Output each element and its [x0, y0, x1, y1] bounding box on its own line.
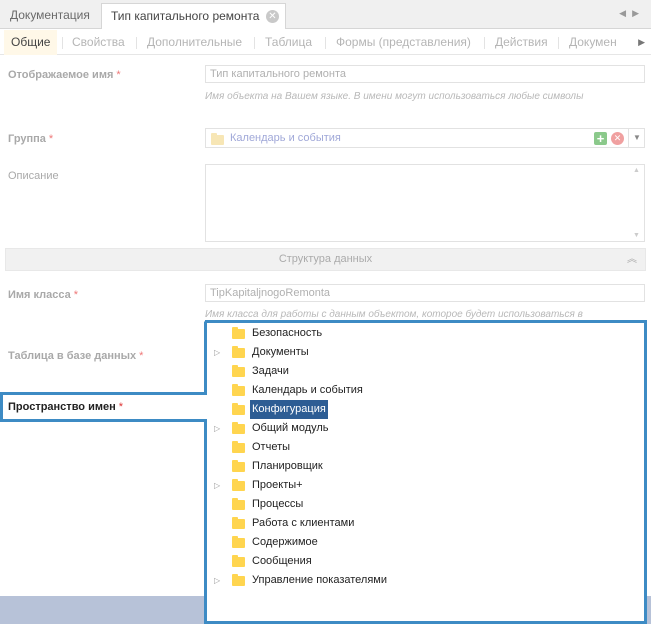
tab-separator	[254, 37, 255, 49]
display-name-label: Отображаемое имя *	[8, 69, 121, 81]
folder-icon	[232, 384, 245, 396]
tabs-scroll-right-icon[interactable]: ▶	[638, 37, 645, 48]
folder-icon	[232, 517, 245, 529]
folder-icon	[232, 346, 245, 358]
tree-item-label: Календарь и события	[252, 384, 363, 396]
namespace-label: Пространство имен *	[8, 401, 124, 413]
tab-documents[interactable]: Докумен	[569, 30, 617, 55]
tree-item-label: Содержимое	[252, 536, 318, 548]
tree-item-label: Планировщик	[252, 460, 323, 472]
group-label: Группа *	[8, 133, 54, 145]
close-icon[interactable]: ✕	[266, 10, 279, 23]
class-name-hint: Имя класса для работы с данным объектом,…	[205, 309, 583, 320]
tab-actions[interactable]: Действия	[495, 30, 548, 55]
tab-separator	[484, 37, 485, 49]
folder-icon	[232, 403, 245, 415]
tab-properties[interactable]: Свойства	[72, 30, 125, 55]
tab-documentation[interactable]: Документация	[1, 3, 99, 29]
tab-separator	[62, 37, 63, 49]
tab-separator	[558, 37, 559, 49]
tree-item-label: Безопасность	[252, 327, 323, 339]
triangle-right-icon[interactable]: ▷	[214, 476, 220, 495]
group-value: Календарь и события	[230, 132, 341, 144]
folder-icon	[232, 422, 245, 434]
required-mark: *	[48, 133, 54, 145]
plus-icon[interactable]: +	[594, 132, 607, 145]
tab-separator	[136, 37, 137, 49]
tree-item-label: Документы	[252, 346, 309, 358]
display-name-hint: Имя объекта на Вашем языке. В имени могу…	[205, 91, 584, 102]
chevron-down-icon[interactable]: ▼	[628, 129, 645, 147]
tree-item-label: Управление показателями	[252, 574, 387, 586]
tab-forms[interactable]: Формы (представления)	[336, 30, 471, 55]
folder-icon	[232, 365, 245, 377]
tab-label: Документация	[10, 8, 90, 22]
triangle-right-icon[interactable]: ▷	[214, 571, 220, 590]
tree-item-label: Задачи	[252, 365, 289, 377]
tab-repair-type[interactable]: Тип капитального ремонта ✕	[101, 3, 286, 29]
required-mark: *	[139, 350, 144, 362]
tree-item-label: Процессы	[252, 498, 304, 510]
double-chevron-up-icon[interactable]: ︽	[627, 249, 637, 270]
tree-item-label: Конфигурация	[250, 400, 328, 419]
folder-icon	[232, 479, 245, 491]
description-textarea[interactable]: ▲ ▼	[205, 164, 645, 242]
tab-general[interactable]: Общие	[4, 30, 58, 55]
folder-icon	[232, 498, 245, 510]
document-tabbar: Документация Тип капитального ремонта ✕ …	[0, 0, 651, 29]
display-name-input[interactable]: Тип капитального ремонта	[205, 65, 645, 83]
section-title: Структура данных	[278, 253, 373, 265]
scroll-down-icon[interactable]: ▼	[633, 232, 640, 239]
tree-item-label: Сообщения	[252, 555, 312, 567]
tab-scroll-arrows[interactable]: ◀▶	[619, 8, 645, 19]
folder-icon	[211, 133, 224, 146]
tab-label: Тип капитального ремонта	[111, 9, 260, 23]
section-tabbar: Общие Свойства Дополнительные Таблица Фо…	[0, 30, 651, 55]
tree-item-label: Проекты+	[252, 479, 303, 491]
tab-separator	[325, 37, 326, 49]
tree-item-label: Отчеты	[252, 441, 291, 453]
description-label: Описание	[8, 170, 59, 182]
folder-icon	[232, 441, 245, 453]
namespace-tree-dropdown[interactable]: Безопасность ▷ Документы Задачи Календар…	[206, 321, 645, 622]
tree-item-label: Общий модуль	[252, 422, 329, 434]
required-mark: *	[73, 289, 79, 301]
class-name-label: Имя класса *	[8, 289, 79, 301]
folder-icon	[232, 536, 245, 548]
required-mark: *	[118, 401, 124, 413]
clear-icon[interactable]: ✕	[611, 132, 624, 145]
textarea-scrollbar[interactable]: ▲ ▼	[631, 165, 644, 241]
triangle-right-icon[interactable]: ▷	[214, 343, 220, 362]
tab-additional[interactable]: Дополнительные	[147, 30, 242, 55]
db-table-label: Таблица в базе данных *	[8, 350, 144, 362]
required-mark: *	[116, 69, 121, 81]
class-name-input[interactable]: TipKapitaljnogoRemonta	[205, 284, 645, 302]
folder-icon	[232, 555, 245, 567]
data-structure-section-header[interactable]: Структура данных ︽	[5, 248, 646, 271]
tree-item-label: Работа с клиентами	[252, 517, 355, 529]
scroll-up-icon[interactable]: ▲	[633, 167, 640, 174]
folder-icon	[232, 574, 245, 586]
tab-table[interactable]: Таблица	[265, 30, 312, 55]
group-select[interactable]: Календарь и события + ✕ ▼	[205, 128, 645, 148]
folder-icon	[232, 460, 245, 472]
triangle-right-icon[interactable]: ▷	[214, 419, 220, 438]
folder-icon	[232, 327, 245, 339]
